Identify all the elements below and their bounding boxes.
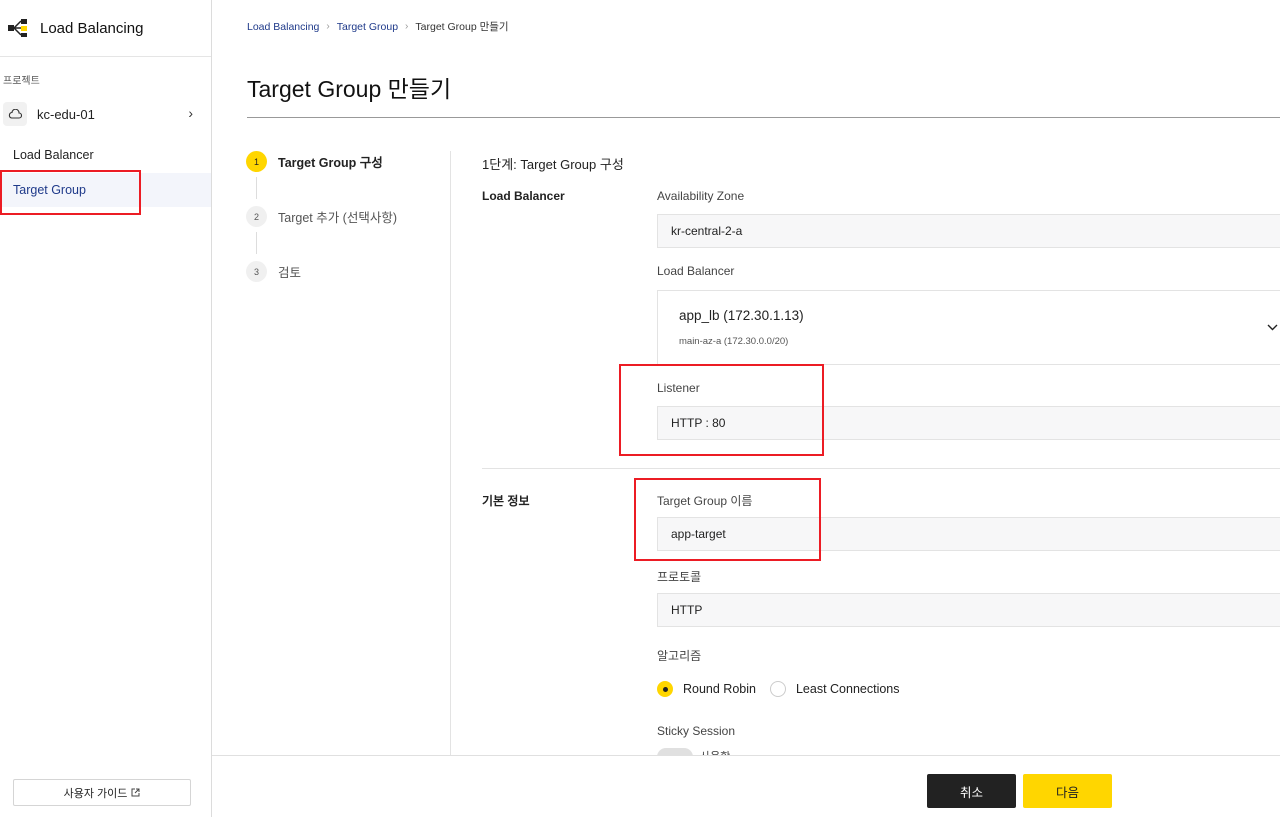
chevron-right-icon: ›	[326, 21, 330, 32]
page-title: Target Group 만들기	[247, 76, 452, 102]
breadcrumb-target-group[interactable]: Target Group	[337, 21, 398, 33]
chevron-right-icon: ›	[188, 105, 193, 121]
step-label: Target 추가 (선택사항)	[278, 211, 398, 225]
title-divider	[247, 117, 1280, 118]
section-title-load-balancer: Load Balancer	[482, 189, 565, 203]
protocol-select[interactable]: HTTP	[657, 593, 1280, 627]
tg-name-label: Target Group 이름	[657, 494, 753, 508]
step-label: Target Group 구성	[278, 156, 383, 170]
step-1: 1 Target Group 구성	[246, 151, 383, 172]
brand-header: Load Balancing	[0, 0, 211, 57]
external-link-icon	[131, 788, 140, 797]
lb-subnet: main-az-a (172.30.0.0/20)	[679, 336, 789, 347]
section-divider	[482, 468, 1280, 469]
breadcrumb-load-balancing[interactable]: Load Balancing	[247, 21, 319, 33]
lb-dropdown[interactable]: app_lb (172.30.1.13) main-az-a (172.30.0…	[657, 290, 1280, 365]
chevron-down-icon	[1267, 319, 1278, 334]
next-button[interactable]: 다음	[1023, 774, 1112, 808]
round-robin-label[interactable]: Round Robin	[683, 682, 756, 696]
vertical-divider	[450, 151, 451, 756]
algorithm-label: 알고리즘	[657, 649, 702, 663]
sidebar: Load Balancing 프로젝트 kc-edu-01 › Load Bal…	[0, 0, 212, 817]
breadcrumb-current: Target Group 만들기	[415, 21, 509, 33]
user-guide-button[interactable]: 사용자 가이드	[13, 779, 191, 806]
listener-label: Listener	[657, 381, 700, 395]
step-connector	[256, 177, 257, 199]
az-label: Availability Zone	[657, 189, 745, 203]
breadcrumb: Load Balancing › Target Group › Target G…	[247, 19, 509, 34]
cancel-button[interactable]: 취소	[927, 774, 1016, 808]
round-robin-radio[interactable]	[657, 681, 673, 697]
step-2: 2 Target 추가 (선택사항)	[246, 206, 397, 227]
step-number: 3	[246, 261, 267, 282]
step-connector	[256, 232, 257, 254]
least-connections-label[interactable]: Least Connections	[796, 682, 900, 696]
sidebar-item-load-balancer[interactable]: Load Balancer	[0, 138, 211, 172]
sticky-session-label: Sticky Session	[657, 724, 736, 738]
step-label: 검토	[278, 266, 302, 280]
sidebar-item-label: Target Group	[13, 183, 86, 197]
step-3: 3 검토	[246, 261, 301, 282]
tg-name-input[interactable]: app-target	[657, 517, 1280, 551]
lb-label: Load Balancer	[657, 264, 735, 278]
cloud-icon	[3, 102, 27, 126]
step-number: 1	[246, 151, 267, 172]
listener-field: HTTP : 80	[657, 406, 1280, 440]
footer-bar: 취소 다음	[212, 755, 1280, 817]
project-name: kc-edu-01	[37, 106, 95, 122]
app-title: Load Balancing	[40, 19, 144, 37]
lb-name: app_lb (172.30.1.13)	[679, 308, 804, 323]
algorithm-radio-group: Round Robin Least Connections	[657, 681, 900, 697]
sidebar-item-label: Load Balancer	[13, 148, 94, 162]
chevron-right-icon: ›	[405, 21, 409, 32]
sidebar-item-target-group[interactable]: Target Group	[0, 173, 211, 207]
form-heading: 1단계: Target Group 구성	[482, 157, 624, 172]
az-field: kr-central-2-a	[657, 214, 1280, 248]
load-balancing-icon	[8, 19, 27, 37]
project-section-label: 프로젝트	[3, 76, 40, 87]
user-guide-label: 사용자 가이드	[63, 787, 128, 800]
main-content: Load Balancing › Target Group › Target G…	[212, 0, 1280, 817]
protocol-label: 프로토콜	[657, 570, 702, 584]
project-selector[interactable]: kc-edu-01 ›	[0, 99, 211, 129]
step-number: 2	[246, 206, 267, 227]
section-title-basic-info: 기본 정보	[482, 494, 530, 508]
least-connections-radio[interactable]	[769, 681, 786, 697]
